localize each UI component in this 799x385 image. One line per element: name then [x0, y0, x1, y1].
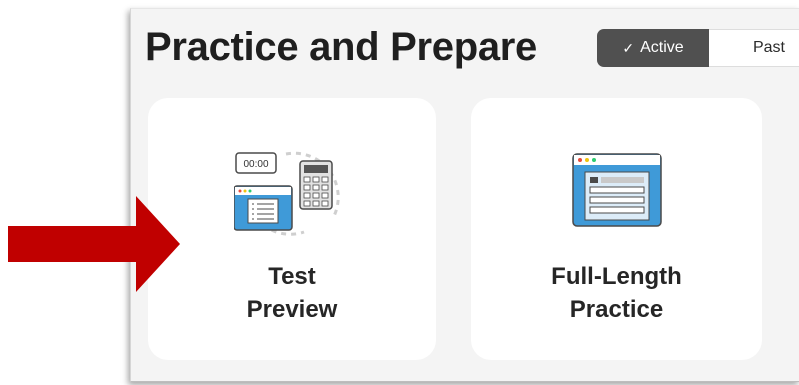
practice-panel: Practice and Prepare ✓ Active Past 00:00	[130, 8, 799, 382]
screenshot: Practice and Prepare ✓ Active Past 00:00	[0, 0, 799, 385]
full-length-practice-label: Full-Length Practice	[471, 260, 762, 326]
test-preview-label: Test Preview	[148, 260, 436, 326]
active-past-toggle: ✓ Active Past	[597, 29, 799, 67]
full-length-practice-label-line1: Full-Length	[551, 263, 682, 290]
arrow-shape	[8, 196, 180, 292]
full-length-practice-card[interactable]: Full-Length Practice	[471, 98, 762, 360]
full-length-practice-label-line2: Practice	[569, 296, 664, 323]
active-filter-label: Active	[640, 39, 684, 56]
test-preview-label-line2: Preview	[246, 296, 338, 323]
timer-text: 00:00	[243, 159, 268, 170]
past-filter-label: Past	[752, 39, 785, 56]
full-length-practice-icon	[571, 153, 662, 227]
check-icon: ✓	[622, 39, 635, 56]
test-preview-label-line1: Test	[268, 263, 316, 290]
page-title: Practice and Prepare	[145, 25, 537, 69]
test-preview-icon: 00:00	[234, 151, 340, 236]
past-filter-button[interactable]: Past	[709, 29, 799, 67]
active-filter-button[interactable]: ✓ Active	[597, 29, 709, 67]
red-arrow-annotation	[8, 196, 180, 292]
test-preview-card[interactable]: 00:00 Test Preview	[148, 98, 436, 360]
